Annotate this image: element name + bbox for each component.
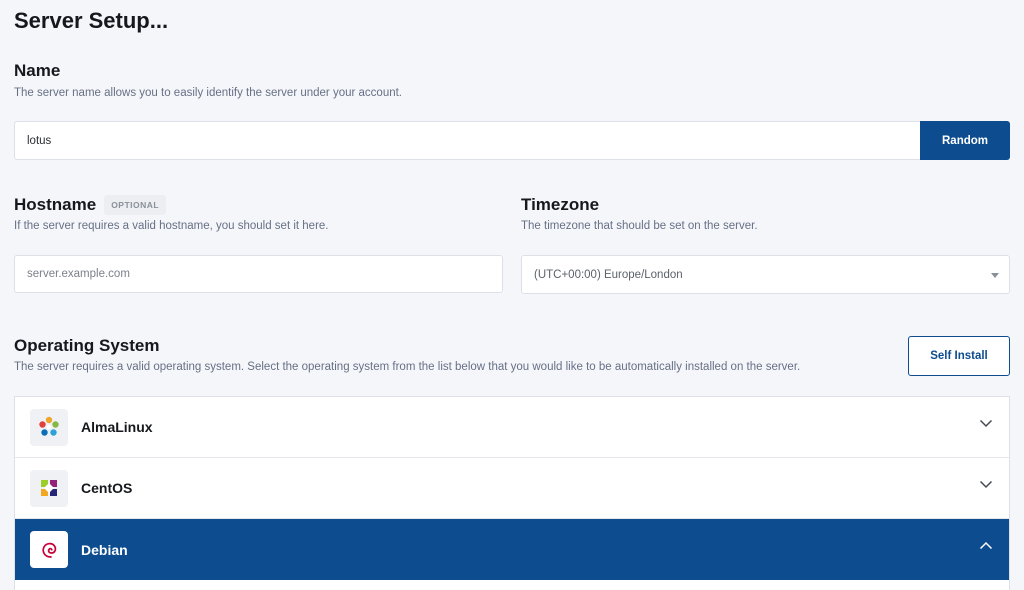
hostname-input[interactable] (14, 255, 503, 293)
timezone-selected-value: (UTC+00:00) Europe/London (534, 268, 683, 281)
chevron-down-icon (979, 419, 993, 428)
almalinux-logo-icon (30, 408, 68, 446)
timezone-section-title: Timezone (521, 195, 600, 214)
hostname-section-description: If the server requires a valid hostname,… (14, 220, 329, 232)
os-item-centos[interactable]: CentOS (15, 458, 1009, 519)
chevron-down-icon (979, 480, 993, 489)
hostname-section-title: Hostname (14, 195, 97, 214)
server-name-input[interactable] (14, 121, 920, 160)
chevron-up-icon (979, 541, 993, 550)
timezone-section-description: The timezone that should be set on the s… (521, 220, 758, 232)
self-install-button[interactable]: Self Install (908, 336, 1010, 376)
page-title: Server Setup... (14, 8, 169, 33)
os-item-label: Debian (81, 541, 128, 558)
os-expanded-panel (15, 580, 1009, 590)
optional-badge: OPTIONAL (104, 195, 167, 215)
os-item-debian[interactable]: Debian (15, 519, 1009, 580)
caret-down-icon (991, 273, 999, 278)
os-item-label: CentOS (81, 480, 133, 496)
debian-logo-icon (30, 531, 68, 568)
random-name-button[interactable]: Random (920, 121, 1010, 160)
os-item-label: AlmaLinux (81, 419, 153, 435)
centos-logo-icon (30, 469, 68, 507)
os-list: AlmaLinux CentOS Debian (14, 396, 1010, 590)
timezone-select[interactable]: (UTC+00:00) Europe/London (521, 255, 1010, 294)
os-section-title: Operating System (14, 336, 160, 355)
hostname-title-row: Hostname OPTIONAL (14, 195, 167, 215)
os-item-almalinux[interactable]: AlmaLinux (15, 397, 1009, 458)
name-section-description: The server name allows you to easily ide… (14, 87, 402, 99)
name-section-title: Name (14, 61, 61, 80)
os-section-description: The server requires a valid operating sy… (14, 361, 801, 373)
